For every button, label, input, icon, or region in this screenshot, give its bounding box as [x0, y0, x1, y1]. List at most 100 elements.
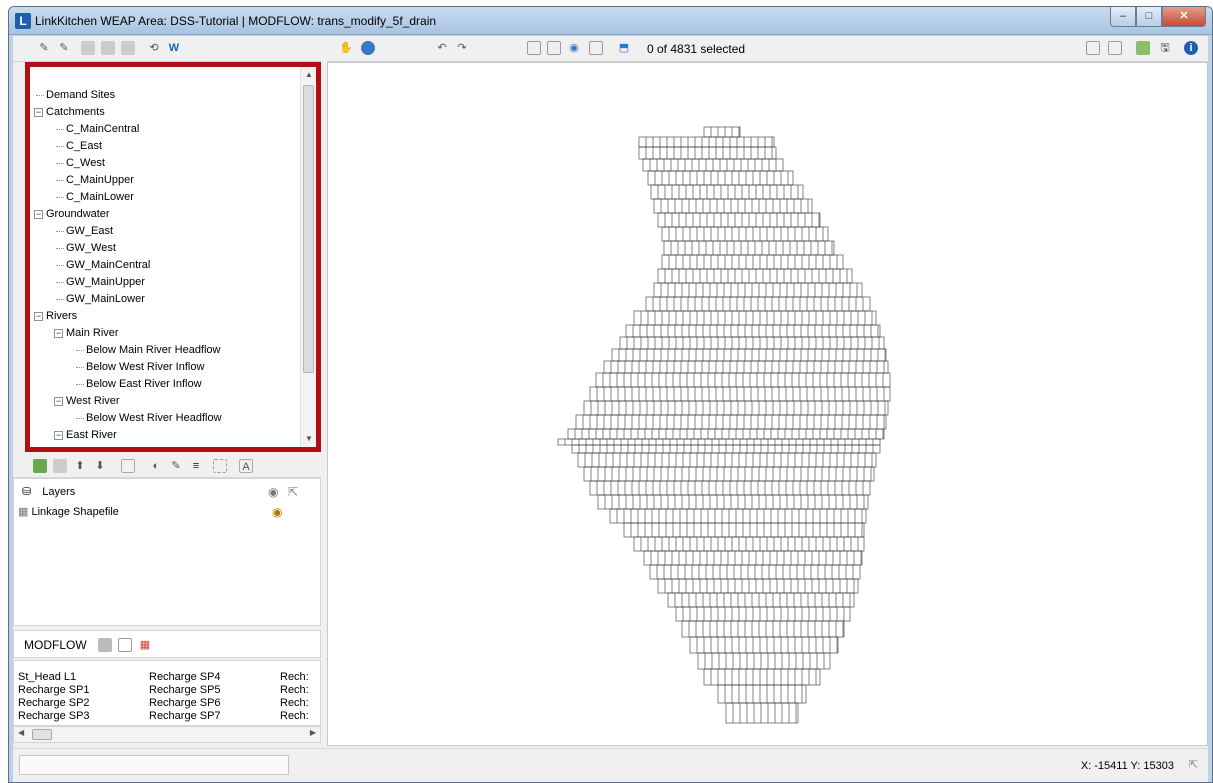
tree-connector — [56, 163, 64, 164]
weap-icon[interactable]: W — [167, 41, 181, 55]
list-item[interactable]: Recharge SP3 — [18, 710, 90, 723]
info-icon[interactable]: i — [1184, 41, 1198, 55]
export-icon[interactable] — [121, 41, 135, 55]
layer-item[interactable]: ▦ Linkage Shapefile — [18, 503, 119, 521]
tree-expander-icon[interactable]: − — [54, 431, 63, 440]
tree-item[interactable]: Catchments — [46, 104, 105, 121]
scroll-down-icon[interactable]: ▼ — [301, 431, 316, 447]
frame-icon[interactable] — [213, 459, 227, 473]
tree-item[interactable]: C_East — [66, 138, 102, 155]
save-icon[interactable]: 🖫 — [1158, 41, 1172, 55]
list-item[interactable]: Recharge SP5 — [149, 684, 221, 697]
tree-expander-icon[interactable]: − — [34, 312, 43, 321]
tree-item[interactable]: Below West River Inflow — [86, 359, 204, 376]
undo-icon[interactable]: ↶ — [435, 41, 449, 55]
tree-connector — [76, 384, 84, 385]
tree-item[interactable]: GW_MainCentral — [66, 257, 150, 274]
pan-hand-icon[interactable]: ✋ — [339, 41, 353, 55]
list-item[interactable]: Rech: — [280, 697, 309, 710]
scroll-left-icon[interactable]: ◀ — [18, 728, 24, 737]
list-item[interactable]: Rech: — [280, 684, 309, 697]
tree-item[interactable]: Below Main River Headflow — [86, 342, 221, 359]
tree-item[interactable]: GW_MainUpper — [66, 274, 145, 291]
tree-item[interactable]: East River — [66, 427, 117, 444]
clear-selection-icon[interactable] — [589, 41, 603, 55]
select-icon[interactable] — [121, 459, 135, 473]
tree-item[interactable]: GW_MainLower — [66, 291, 145, 308]
list-item[interactable]: St_Head L1 — [18, 671, 76, 684]
notes-icon[interactable] — [1108, 41, 1122, 55]
tree-connector — [76, 350, 84, 351]
grid-icon[interactable] — [101, 41, 115, 55]
tree-scrollbar[interactable]: ▲ ▼ — [300, 67, 316, 447]
scroll-thumb[interactable] — [303, 85, 314, 373]
table-icon[interactable] — [81, 41, 95, 55]
scroll-thumb[interactable] — [32, 729, 52, 740]
zoom-selection-icon[interactable]: ◉ — [567, 41, 581, 55]
tree-item[interactable]: C_MainCentral — [66, 121, 139, 138]
tree-item[interactable]: Demand Sites — [46, 87, 115, 104]
selection-icon[interactable]: ⬒ — [617, 41, 631, 55]
edit-icon[interactable]: ✎ — [57, 41, 71, 55]
window-title: LinkKitchen WEAP Area: DSS-Tutorial | MO… — [35, 14, 437, 28]
list-item[interactable]: Recharge SP2 — [18, 697, 90, 710]
grid-columns — [649, 159, 777, 171]
tree-item[interactable]: Below West River Headflow — [86, 410, 222, 427]
tree-item[interactable]: C_MainLower — [66, 189, 134, 206]
list-item[interactable]: Recharge SP1 — [18, 684, 90, 697]
grid-columns — [596, 481, 864, 495]
tree-expander-icon[interactable]: − — [54, 397, 63, 406]
report-icon[interactable] — [1136, 41, 1150, 55]
list-item[interactable]: Recharge SP6 — [149, 697, 221, 710]
grid-row — [717, 684, 807, 704]
maximize-button[interactable]: □ — [1136, 7, 1162, 27]
invert-selection-icon[interactable] — [547, 41, 561, 55]
tree-connector — [56, 231, 64, 232]
add-layer-icon[interactable] — [33, 459, 47, 473]
tree-item[interactable]: GW_West — [66, 240, 116, 257]
refresh-icon[interactable]: ⟲ — [147, 41, 161, 55]
tree-expander-icon[interactable]: − — [34, 210, 43, 219]
remove-layer-icon[interactable] — [53, 459, 67, 473]
fill-icon[interactable]: ◐ — [149, 459, 163, 473]
building-icon[interactable] — [98, 638, 112, 652]
select-all-icon[interactable] — [527, 41, 541, 55]
tree-item[interactable]: Main River — [66, 325, 119, 342]
move-down-icon[interactable]: ⬇ — [93, 459, 107, 473]
grid-row — [625, 324, 881, 338]
list-item[interactable]: Rech: — [280, 671, 309, 684]
move-up-icon[interactable]: ⬆ — [73, 459, 87, 473]
tree-item[interactable]: West River — [66, 393, 120, 410]
eye-icon[interactable]: ◉ — [272, 505, 282, 519]
scroll-up-icon[interactable]: ▲ — [301, 67, 316, 83]
modflow-hscrollbar[interactable]: ◀ ▶ — [13, 726, 321, 743]
tree-item[interactable]: C_West — [66, 155, 105, 172]
tree-connector — [56, 129, 64, 130]
tree-item[interactable]: C_MainUpper — [66, 172, 134, 189]
scroll-right-icon[interactable]: ▶ — [310, 728, 316, 737]
table-view-icon[interactable] — [118, 638, 132, 652]
redo-icon[interactable]: ↷ — [455, 41, 469, 55]
list-item[interactable]: Rech: — [280, 710, 309, 723]
grid-row — [663, 240, 835, 256]
map-canvas[interactable] — [327, 62, 1208, 746]
tree-item[interactable]: Below East River Inflow — [86, 376, 202, 393]
calendar-icon[interactable] — [1086, 41, 1100, 55]
tree-expander-icon[interactable]: − — [54, 329, 63, 338]
globe-icon[interactable] — [361, 41, 375, 55]
tree-item[interactable]: GW_East — [66, 223, 113, 240]
label-icon[interactable]: A — [239, 459, 253, 473]
list-item[interactable]: Recharge SP7 — [149, 710, 221, 723]
color-grid-icon[interactable]: ▦ — [138, 638, 152, 652]
line-style-icon[interactable]: ≡ — [189, 459, 203, 473]
minimize-button[interactable]: – — [1110, 7, 1136, 27]
close-button[interactable]: ✕ — [1162, 7, 1206, 27]
pen-icon[interactable]: ✎ — [169, 459, 183, 473]
tree-item[interactable]: Groundwater — [46, 206, 110, 223]
cursor-icon: ⇱ — [288, 485, 299, 499]
tree-expander-icon[interactable]: − — [34, 108, 43, 117]
pencil-icon[interactable]: ✎ — [37, 41, 51, 55]
list-item[interactable]: Recharge SP4 — [149, 671, 221, 684]
tree-item[interactable]: Rivers — [46, 308, 77, 325]
grid-columns — [632, 325, 879, 337]
